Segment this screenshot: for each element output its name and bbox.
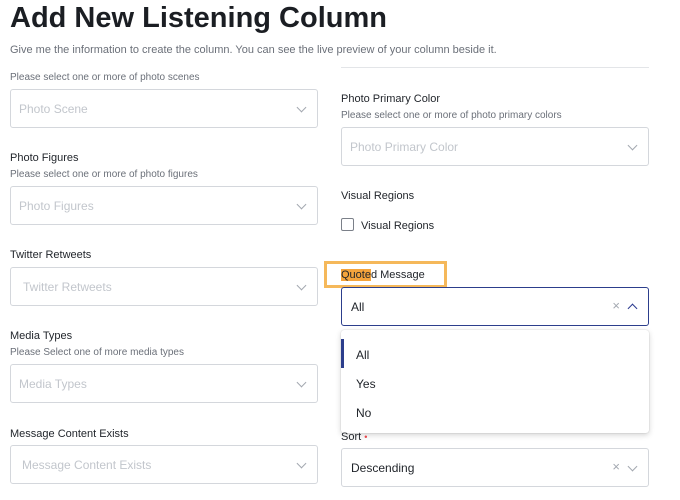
- quoted-message-value: All: [351, 300, 365, 314]
- media-types-select[interactable]: Media Types: [10, 364, 318, 403]
- photo-scene-hint: Please select one or more of photo scene…: [10, 72, 200, 83]
- visual-regions-checkbox-label[interactable]: Visual Regions: [361, 220, 434, 232]
- quoted-message-dropdown: All Yes No: [341, 330, 649, 433]
- chevron-down-icon[interactable]: [296, 458, 307, 469]
- page-title: Add New Listening Column: [10, 2, 387, 34]
- divider: [341, 67, 649, 68]
- photo-scene-select[interactable]: Photo Scene: [10, 89, 318, 128]
- dropdown-option-no[interactable]: No: [341, 397, 649, 426]
- quoted-message-select[interactable]: All ×: [341, 287, 649, 326]
- chevron-up-icon[interactable]: [627, 303, 638, 314]
- photo-figures-placeholder: Photo Figures: [19, 199, 94, 213]
- media-types-placeholder: Media Types: [19, 377, 87, 391]
- visual-regions-checkbox[interactable]: [341, 218, 354, 231]
- chevron-down-icon[interactable]: [296, 102, 307, 113]
- chevron-down-icon[interactable]: [627, 140, 638, 151]
- required-mark: •: [364, 432, 368, 442]
- page-subtitle: Give me the information to create the co…: [10, 44, 497, 56]
- twitter-retweets-placeholder: Twitter Retweets: [23, 280, 112, 294]
- photo-primary-color-hint: Please select one or more of photo prima…: [341, 110, 562, 121]
- photo-primary-color-placeholder: Photo Primary Color: [350, 140, 459, 154]
- message-content-exists-select[interactable]: Message Content Exists: [10, 445, 318, 484]
- chevron-down-icon[interactable]: [627, 461, 638, 472]
- twitter-retweets-label: Twitter Retweets: [10, 249, 92, 261]
- sort-select[interactable]: Descending ×: [341, 448, 649, 487]
- quoted-message-label-highlight: Quote: [341, 269, 371, 281]
- quoted-message-label-rest: d Message: [370, 269, 425, 281]
- sort-label: Sort •: [341, 431, 367, 443]
- chevron-down-icon[interactable]: [296, 377, 307, 388]
- twitter-retweets-select[interactable]: Twitter Retweets: [10, 267, 318, 306]
- dropdown-option-label: No: [356, 406, 372, 420]
- photo-figures-select[interactable]: Photo Figures: [10, 186, 318, 225]
- dropdown-option-label: All: [356, 348, 370, 362]
- clear-icon[interactable]: ×: [612, 299, 620, 313]
- photo-primary-color-select[interactable]: Photo Primary Color: [341, 127, 649, 166]
- quoted-message-label: Quoted Message: [341, 269, 425, 281]
- dropdown-option-label: Yes: [356, 377, 376, 391]
- message-content-exists-label: Message Content Exists: [10, 428, 129, 440]
- media-types-label: Media Types: [10, 330, 73, 342]
- photo-figures-hint: Please select one or more of photo figur…: [10, 169, 198, 180]
- clear-icon[interactable]: ×: [612, 460, 620, 474]
- photo-primary-color-label: Photo Primary Color: [341, 93, 441, 105]
- chevron-down-icon[interactable]: [296, 280, 307, 291]
- sort-label-text: Sort: [341, 431, 362, 443]
- dropdown-option-yes[interactable]: Yes: [341, 368, 649, 397]
- photo-figures-label: Photo Figures: [10, 152, 79, 164]
- media-types-hint: Please Select one of more media types: [10, 347, 184, 358]
- visual-regions-label: Visual Regions: [341, 190, 415, 202]
- message-content-exists-placeholder: Message Content Exists: [22, 458, 152, 472]
- sort-value: Descending: [351, 461, 415, 475]
- photo-scene-placeholder: Photo Scene: [19, 102, 88, 116]
- dropdown-option-all[interactable]: All: [341, 339, 649, 368]
- chevron-down-icon[interactable]: [296, 199, 307, 210]
